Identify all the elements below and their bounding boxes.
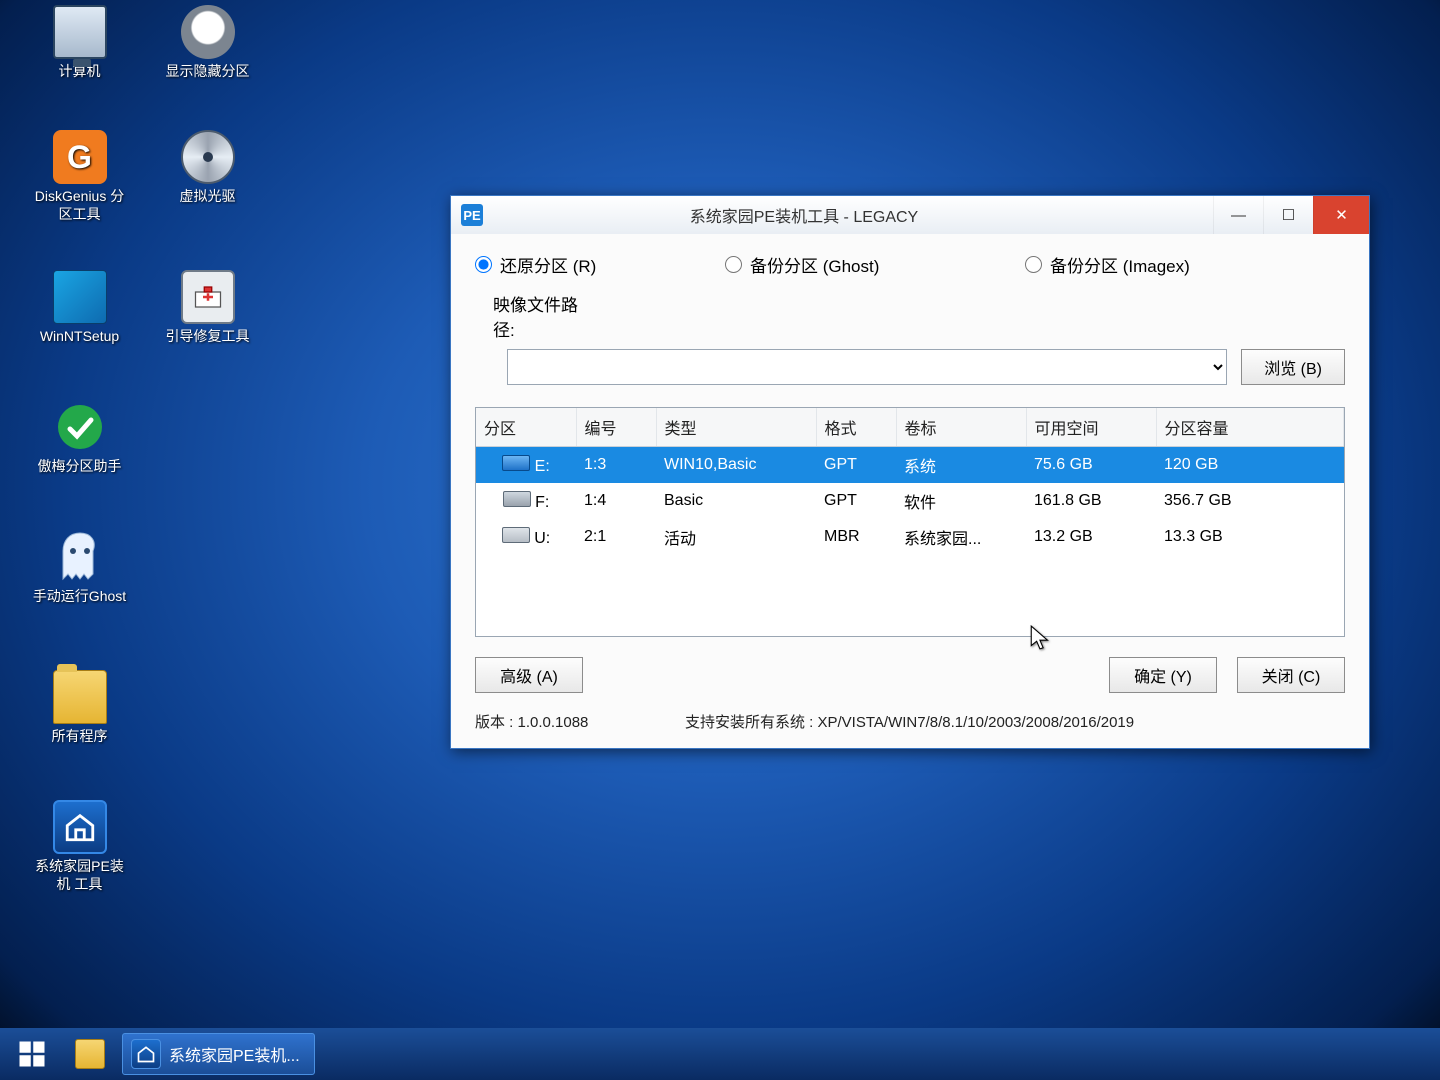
radio-label: 备份分区 (Ghost) xyxy=(750,252,879,277)
taskbar: 系统家园PE装机... xyxy=(0,1028,1440,1080)
radio-input[interactable] xyxy=(475,256,492,273)
drive-icon-cell: U: xyxy=(476,519,576,555)
desktop-icon-virtual-cd[interactable]: 虚拟光驱 xyxy=(160,130,255,206)
ghost-icon xyxy=(53,530,107,584)
icon-label: 引导修复工具 xyxy=(160,328,255,346)
table-row[interactable]: U:2:1活动MBR系统家园...13.2 GB13.3 GB xyxy=(476,519,1344,555)
pe-tool-icon xyxy=(53,800,107,854)
browse-button[interactable]: 浏览 (B) xyxy=(1241,349,1345,385)
drive-icon xyxy=(503,491,531,507)
cell-label: 软件 xyxy=(896,483,1026,519)
icon-label: 系统家园PE装机 工具 xyxy=(32,858,127,893)
computer-icon xyxy=(53,5,107,59)
folder-icon xyxy=(75,1039,105,1069)
aomei-icon xyxy=(53,400,107,454)
pe-installer-window: PE 系统家园PE装机工具 - LEGACY — ☐ ✕ 还原分区 (R) 备份… xyxy=(450,195,1370,749)
visibility-icon xyxy=(181,5,235,59)
icon-label: 傲梅分区助手 xyxy=(32,458,127,476)
radio-backup-imagex[interactable]: 备份分区 (Imagex) xyxy=(1025,252,1190,277)
taskbar-explorer[interactable] xyxy=(66,1033,114,1075)
icon-label: 虚拟光驱 xyxy=(160,188,255,206)
desktop-icon-all-programs[interactable]: 所有程序 xyxy=(32,670,127,746)
icon-label: 所有程序 xyxy=(32,728,127,746)
close-dialog-button[interactable]: 关闭 (C) xyxy=(1237,657,1345,693)
radio-backup-ghost[interactable]: 备份分区 (Ghost) xyxy=(725,252,1025,277)
advanced-button[interactable]: 高级 (A) xyxy=(475,657,583,693)
cell-free: 75.6 GB xyxy=(1026,447,1156,484)
drive-icon-cell: E: xyxy=(476,447,576,484)
col-partition[interactable]: 分区 xyxy=(476,408,576,447)
col-free[interactable]: 可用空间 xyxy=(1026,408,1156,447)
drive-icon xyxy=(502,455,530,471)
cell-number: 1:4 xyxy=(576,483,656,519)
cell-format: GPT xyxy=(816,447,896,484)
radio-input[interactable] xyxy=(1025,256,1042,273)
radio-label: 备份分区 (Imagex) xyxy=(1050,252,1190,277)
maximize-button[interactable]: ☐ xyxy=(1263,196,1313,234)
image-path-dropdown[interactable] xyxy=(507,349,1227,385)
image-path-label: 映像文件路径: xyxy=(475,291,595,341)
start-button[interactable] xyxy=(6,1034,58,1074)
taskbar-task-pe-tool[interactable]: 系统家园PE装机... xyxy=(122,1033,315,1075)
mode-radio-group: 还原分区 (R) 备份分区 (Ghost) 备份分区 (Imagex) xyxy=(475,252,1345,277)
col-type[interactable]: 类型 xyxy=(656,408,816,447)
cell-label: 系统 xyxy=(896,447,1026,484)
cell-type: Basic xyxy=(656,483,816,519)
supported-systems-text: 支持安装所有系统 : XP/VISTA/WIN7/8/8.1/10/2003/2… xyxy=(685,711,1134,732)
cell-format: MBR xyxy=(816,519,896,555)
partition-table: 分区 编号 类型 格式 卷标 可用空间 分区容量 E:1:3WIN10,Basi… xyxy=(475,407,1345,637)
radio-restore-partition[interactable]: 还原分区 (R) xyxy=(475,252,725,277)
drive-icon-cell: F: xyxy=(476,483,576,519)
folder-icon xyxy=(53,670,107,724)
icon-label: DiskGenius 分区工具 xyxy=(32,188,127,223)
cell-capacity: 356.7 GB xyxy=(1156,483,1344,519)
close-button[interactable]: ✕ xyxy=(1313,196,1369,234)
table-row[interactable]: E:1:3WIN10,BasicGPT系统75.6 GB120 GB xyxy=(476,447,1344,484)
icon-label: 手动运行Ghost xyxy=(32,588,127,606)
cell-capacity: 120 GB xyxy=(1156,447,1344,484)
cell-type: 活动 xyxy=(656,519,816,555)
version-text: 版本 : 1.0.0.1088 xyxy=(475,711,685,732)
desktop-icon-computer[interactable]: 计算机 xyxy=(32,5,127,81)
drive-icon xyxy=(502,527,530,543)
col-format[interactable]: 格式 xyxy=(816,408,896,447)
table-row[interactable]: F:1:4BasicGPT软件161.8 GB356.7 GB xyxy=(476,483,1344,519)
pe-tool-icon xyxy=(131,1039,161,1069)
diskgenius-icon: G xyxy=(53,130,107,184)
desktop-icon-winntsetup[interactable]: WinNTSetup xyxy=(32,270,127,346)
app-icon: PE xyxy=(461,204,483,226)
col-capacity[interactable]: 分区容量 xyxy=(1156,408,1344,447)
status-line: 版本 : 1.0.0.1088 支持安装所有系统 : XP/VISTA/WIN7… xyxy=(475,707,1345,742)
winntsetup-icon xyxy=(53,270,107,324)
icon-label: 显示隐藏分区 xyxy=(160,63,255,81)
cd-icon xyxy=(181,130,235,184)
desktop-icon-diskgenius[interactable]: G DiskGenius 分区工具 xyxy=(32,130,127,223)
minimize-button[interactable]: — xyxy=(1213,196,1263,234)
cell-free: 161.8 GB xyxy=(1026,483,1156,519)
desktop-icon-pe-install-tool[interactable]: 系统家园PE装机 工具 xyxy=(32,800,127,893)
cell-number: 2:1 xyxy=(576,519,656,555)
radio-input[interactable] xyxy=(725,256,742,273)
cell-number: 1:3 xyxy=(576,447,656,484)
window-title: 系统家园PE装机工具 - LEGACY xyxy=(495,203,1213,227)
desktop-icon-aomei-partition[interactable]: 傲梅分区助手 xyxy=(32,400,127,476)
task-label: 系统家园PE装机... xyxy=(169,1042,300,1066)
col-number[interactable]: 编号 xyxy=(576,408,656,447)
icon-label: WinNTSetup xyxy=(32,328,127,346)
cell-label: 系统家园... xyxy=(896,519,1026,555)
desktop-icon-ghost[interactable]: 手动运行Ghost xyxy=(32,530,127,606)
toolbox-icon xyxy=(181,270,235,324)
cell-capacity: 13.3 GB xyxy=(1156,519,1344,555)
cell-format: GPT xyxy=(816,483,896,519)
ok-button[interactable]: 确定 (Y) xyxy=(1109,657,1217,693)
table-header-row: 分区 编号 类型 格式 卷标 可用空间 分区容量 xyxy=(476,408,1344,447)
radio-label: 还原分区 (R) xyxy=(500,252,596,277)
col-label[interactable]: 卷标 xyxy=(896,408,1026,447)
titlebar[interactable]: PE 系统家园PE装机工具 - LEGACY — ☐ ✕ xyxy=(451,196,1369,234)
cell-free: 13.2 GB xyxy=(1026,519,1156,555)
desktop-icon-show-hidden-partition[interactable]: 显示隐藏分区 xyxy=(160,5,255,81)
desktop-icon-boot-repair[interactable]: 引导修复工具 xyxy=(160,270,255,346)
cell-type: WIN10,Basic xyxy=(656,447,816,484)
